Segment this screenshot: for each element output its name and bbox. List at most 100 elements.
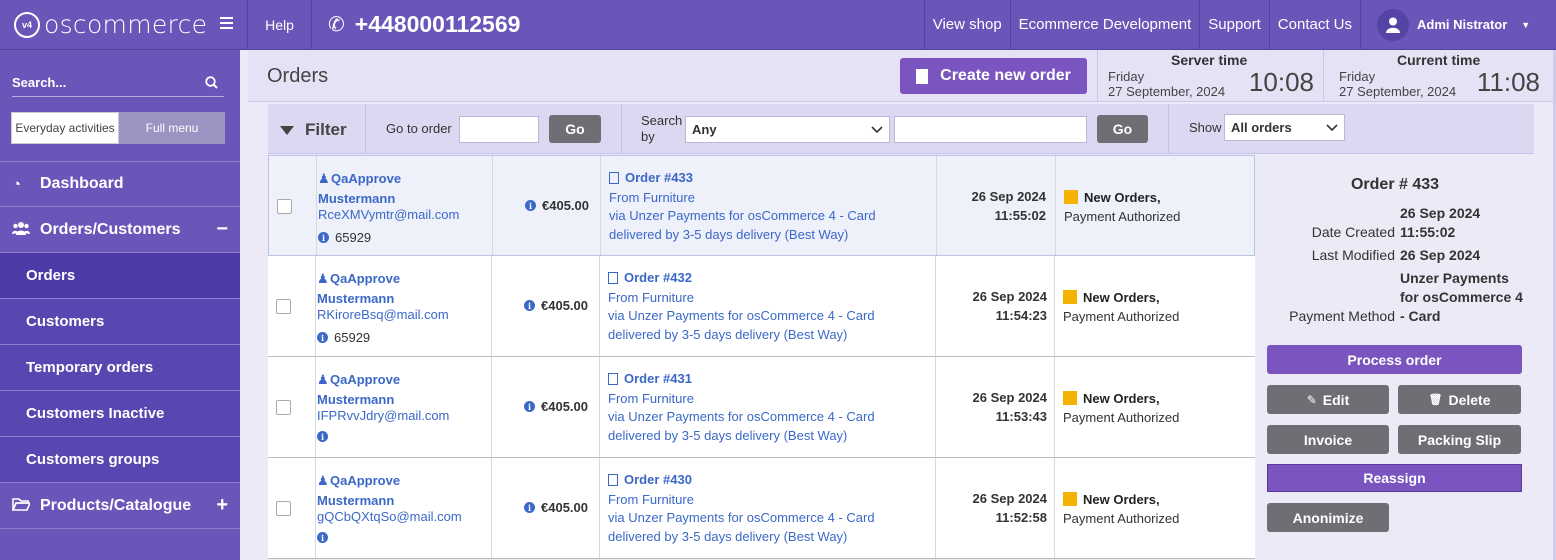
anonimize-button[interactable]: Anonimize — [1267, 503, 1389, 532]
customer-id: i 65929 — [317, 330, 370, 345]
everyday-activities-button[interactable]: Everyday activities — [11, 112, 119, 144]
filter-toggle[interactable]: Filter — [280, 120, 347, 140]
order-source: From Furniture — [608, 391, 694, 406]
show-value: All orders — [1231, 120, 1292, 135]
order-details-title: Order # 433 — [1350, 176, 1440, 193]
help-link[interactable]: Help — [248, 0, 312, 49]
chevron-down-icon — [1326, 123, 1338, 131]
customer-email[interactable]: RceXMVymtr@mail.com — [318, 207, 459, 222]
info-icon[interactable]: i — [524, 401, 535, 412]
info-icon[interactable]: i — [317, 332, 328, 343]
status-swatch — [1063, 492, 1077, 506]
customer-name[interactable]: ♟QaApprove Mustermann — [318, 169, 401, 209]
status-swatch — [1063, 391, 1077, 405]
delete-button[interactable]: 🗑 Delete — [1398, 385, 1521, 414]
date-created-label: Date Created — [1311, 224, 1395, 240]
order-number[interactable]: Order #430 — [608, 472, 692, 487]
user-menu[interactable]: Admi Nistrator ▼ — [1360, 0, 1556, 49]
order-datetime: 26 Sep 2024 11:53:43 — [972, 390, 1047, 424]
full-menu-button[interactable]: Full menu — [119, 112, 225, 144]
customer-email[interactable]: gQCbQXtqSo@mail.com — [317, 509, 462, 524]
customer-name[interactable]: ♟QaApprove Mustermann — [317, 370, 400, 410]
row-checkbox[interactable] — [277, 199, 292, 214]
info-icon[interactable]: i — [524, 502, 535, 513]
go-to-order-button[interactable]: Go — [549, 115, 601, 143]
sidebar-search[interactable]: Search... — [12, 68, 224, 97]
search-input[interactable] — [894, 116, 1087, 143]
current-time-label: Current time — [1397, 52, 1481, 68]
order-amount: i €405.00 — [524, 500, 588, 515]
search-by-select[interactable]: Any — [685, 116, 890, 143]
customer-name[interactable]: ♟QaApprove Mustermann — [317, 269, 400, 309]
divider — [621, 104, 622, 154]
table-row[interactable]: ♟QaApprove Mustermann RKiroreBsq@mail.co… — [268, 256, 1255, 357]
search-icon[interactable] — [205, 75, 218, 89]
order-source: From Furniture — [608, 290, 694, 305]
ecommerce-development-link[interactable]: Ecommerce Development — [1009, 0, 1200, 49]
search-by-label: Search — [641, 113, 683, 128]
current-time-day: Friday — [1339, 69, 1376, 84]
order-number[interactable]: Order #431 — [608, 371, 692, 386]
customer-email[interactable]: IFPRvvJdry@mail.com — [317, 408, 449, 423]
sidebar-item-customers-groups[interactable]: Customers groups — [0, 437, 240, 483]
row-checkbox[interactable] — [276, 400, 291, 415]
invoice-button[interactable]: Invoice — [1267, 425, 1389, 454]
table-row[interactable]: ♟QaApprove Mustermann IFPRvvJdry@mail.co… — [268, 357, 1255, 458]
sidebar-item-temporary-orders[interactable]: Temporary orders — [0, 345, 240, 391]
row-checkbox[interactable] — [276, 299, 291, 314]
sidebar-item-customers[interactable]: Customers — [0, 299, 240, 345]
person-icon: ♟ — [317, 473, 329, 488]
info-icon[interactable]: i — [524, 300, 535, 311]
expand-icon[interactable]: + — [216, 494, 228, 517]
server-time: Server time Friday 27 September, 2024 10… — [1097, 50, 1323, 102]
current-time-clock: 11:08 — [1476, 67, 1540, 97]
reassign-button[interactable]: Reassign — [1267, 464, 1522, 492]
sidebar-item-dashboard[interactable]: ◔ Dashboard — [0, 161, 240, 207]
orders-table: ♟QaApprove Mustermann RceXMVymtr@mail.co… — [268, 155, 1255, 559]
order-number[interactable]: Order #433 — [609, 170, 693, 185]
sidebar-item-label: Orders/Customers — [40, 220, 181, 238]
sidebar-item-orders-customers[interactable]: Orders/Customers − — [0, 207, 240, 253]
top-links: View shop Ecommerce Development Support … — [923, 0, 1360, 49]
document-icon — [608, 271, 618, 284]
go-to-order-input[interactable] — [459, 116, 539, 143]
search-go-button[interactable]: Go — [1097, 115, 1148, 143]
search-input[interactable]: Search... — [12, 75, 66, 90]
search-by-value: Any — [692, 122, 717, 137]
packing-slip-button[interactable]: Packing Slip — [1398, 425, 1521, 454]
chevron-down-icon: ▼ — [1521, 19, 1531, 30]
collapse-icon[interactable]: − — [216, 218, 228, 241]
table-row[interactable]: ♟QaApprove Mustermann RceXMVymtr@mail.co… — [268, 155, 1255, 256]
logo[interactable]: v4 oscommerce — [0, 0, 248, 49]
order-status: New Orders, Payment Authorized — [1063, 492, 1180, 526]
info-icon[interactable]: i — [318, 232, 329, 243]
order-status: New Orders, Payment Authorized — [1063, 391, 1180, 425]
info-icon[interactable]: i — [317, 532, 328, 543]
order-datetime: 26 Sep 2024 11:54:23 — [972, 289, 1047, 323]
sidebar-menu: ◔ Dashboard Orders/Customers − Orders Cu… — [0, 161, 240, 529]
status-swatch — [1063, 290, 1077, 304]
divider — [1168, 104, 1169, 154]
edit-button[interactable]: ✎ Edit — [1267, 385, 1389, 414]
order-number[interactable]: Order #432 — [608, 270, 692, 285]
go-to-order-label: Go to order — [386, 121, 452, 136]
support-link[interactable]: Support — [1199, 0, 1269, 49]
view-shop-link[interactable]: View shop — [923, 0, 1010, 49]
contact-us-link[interactable]: Contact Us — [1268, 0, 1360, 49]
row-checkbox[interactable] — [276, 501, 291, 516]
customer-email[interactable]: RKiroreBsq@mail.com — [317, 307, 449, 322]
sidebar-item-orders[interactable]: Orders — [0, 253, 240, 299]
customer-name[interactable]: ♟QaApprove Mustermann — [317, 471, 400, 511]
info-icon[interactable]: i — [525, 200, 536, 211]
create-new-order-button[interactable]: Create new order — [900, 58, 1087, 94]
info-icon[interactable]: i — [317, 431, 328, 442]
sidebar-item-products-catalogue[interactable]: Products/Catalogue + — [0, 483, 240, 529]
show-select[interactable]: All orders — [1224, 114, 1345, 141]
sidebar-item-customers-inactive[interactable]: Customers Inactive — [0, 391, 240, 437]
process-order-button[interactable]: Process order — [1267, 345, 1522, 374]
folder-icon — [11, 497, 32, 515]
hamburger-icon[interactable] — [220, 17, 233, 29]
table-row[interactable]: ♟QaApprove Mustermann gQCbQXtqSo@mail.co… — [268, 458, 1255, 559]
order-amount: i €405.00 — [524, 298, 588, 313]
customer-id: i — [317, 532, 334, 543]
